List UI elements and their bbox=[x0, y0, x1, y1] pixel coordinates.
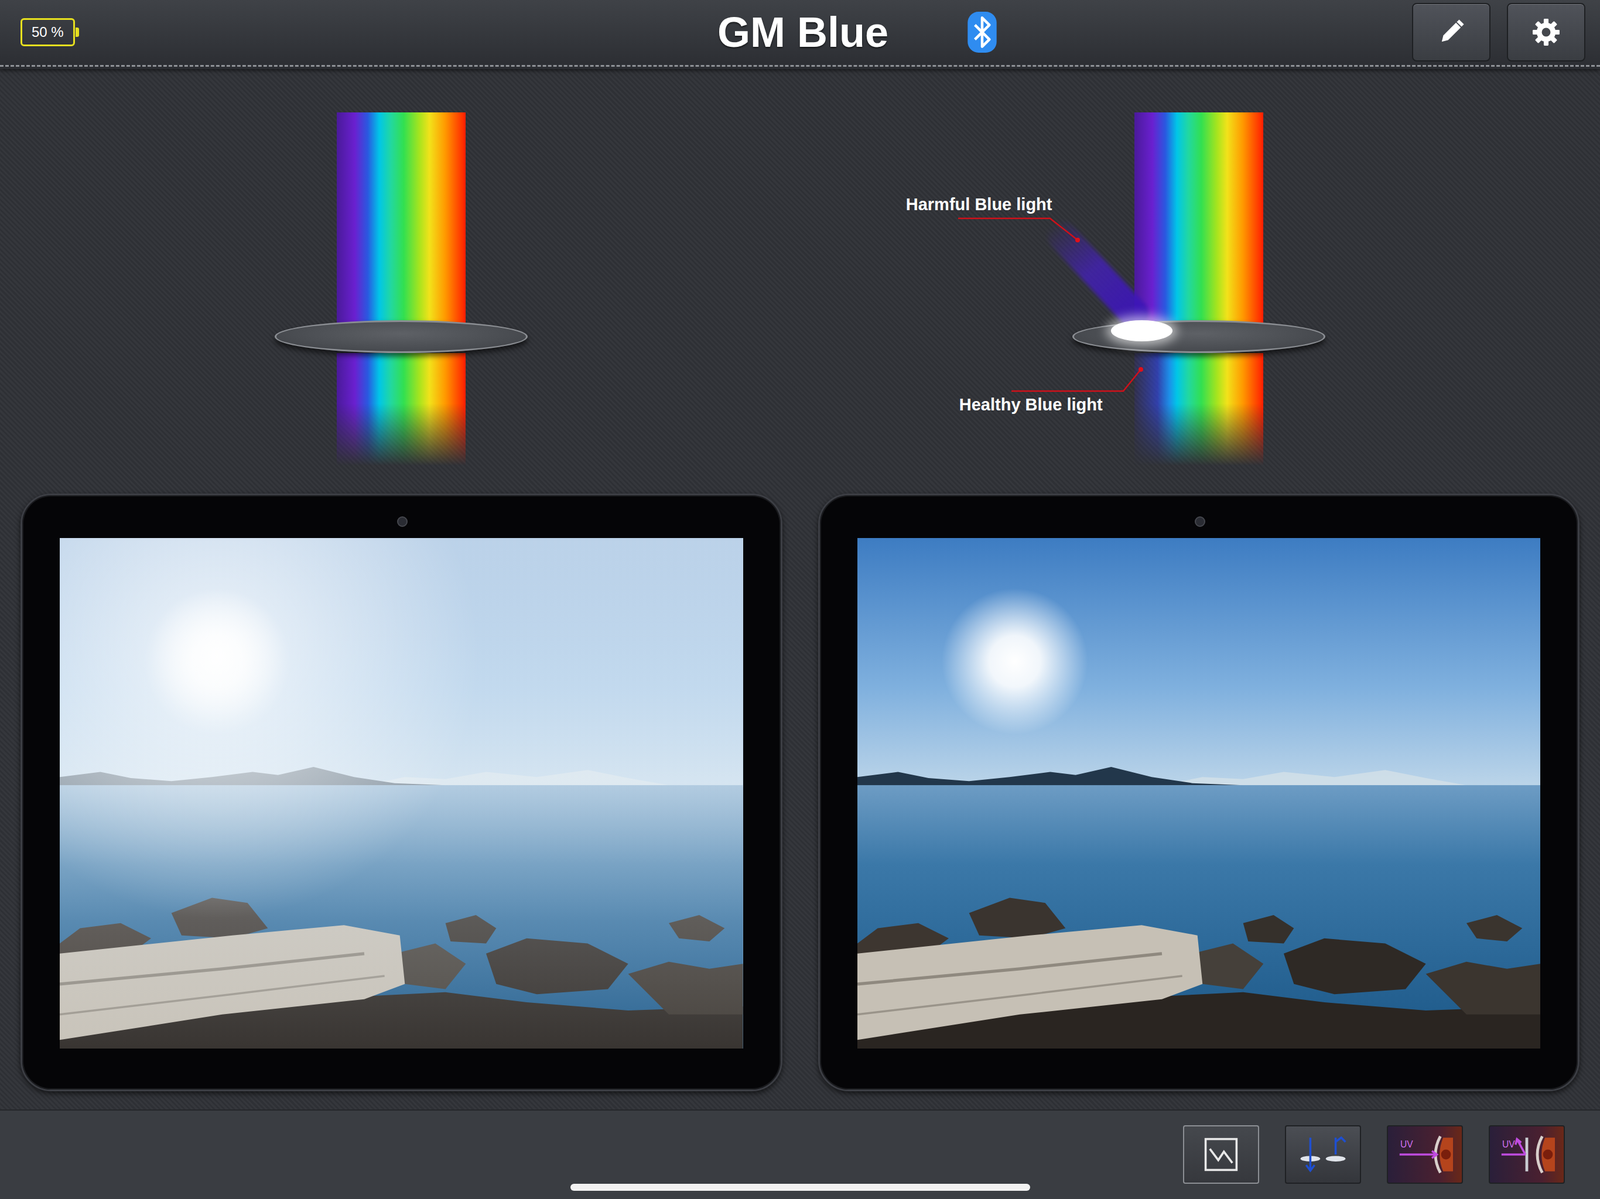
incoming-spectrum bbox=[1134, 112, 1264, 327]
battery-indicator: 50 % bbox=[20, 18, 75, 47]
svg-text:UV: UV bbox=[1400, 1139, 1414, 1150]
lens-glow bbox=[1110, 320, 1173, 342]
camera-dot bbox=[397, 516, 408, 528]
healthy-label: Healthy Blue light bbox=[959, 394, 1103, 416]
spectrum-diagram: Harmful Blue light Healthy Blue light bbox=[906, 112, 1492, 476]
incoming-spectrum bbox=[336, 112, 466, 327]
uv-pass-button[interactable]: UV bbox=[1386, 1125, 1463, 1185]
seascape-photo bbox=[59, 538, 744, 1049]
lens-disc bbox=[274, 320, 528, 354]
comparison-area: Harmful Blue light Healthy Blue light bbox=[0, 69, 1600, 1110]
filtered-panel: Harmful Blue light Healthy Blue light bbox=[818, 112, 1581, 1110]
app-title: GM Blue bbox=[717, 7, 889, 58]
spectrum-diagram bbox=[108, 112, 694, 476]
top-bar: 50 % GM Blue bbox=[0, 0, 1600, 70]
graph-button[interactable] bbox=[1183, 1125, 1260, 1185]
bluetooth-icon[interactable] bbox=[967, 11, 997, 53]
svg-text:UV: UV bbox=[1502, 1139, 1516, 1150]
harmful-label: Harmful Blue light bbox=[906, 194, 1053, 215]
tablet-frame bbox=[20, 493, 783, 1092]
lens-disc bbox=[1072, 320, 1326, 354]
uv-eye-icon: UV bbox=[1498, 1133, 1555, 1176]
uv-block-button[interactable]: UV bbox=[1488, 1125, 1565, 1185]
seascape-photo bbox=[857, 538, 1541, 1049]
uv-eye-icon: UV bbox=[1396, 1133, 1454, 1176]
lens-button[interactable] bbox=[1284, 1125, 1362, 1185]
lens-arrows-icon bbox=[1294, 1133, 1352, 1176]
pencil-icon bbox=[1435, 16, 1468, 49]
glare-haze bbox=[59, 538, 744, 1049]
home-indicator bbox=[570, 1184, 1031, 1192]
app: 50 % GM Blue Harmful Blue light Healthy B… bbox=[0, 0, 1600, 1199]
transmitted-spectrum bbox=[336, 353, 466, 466]
leader-lines bbox=[906, 112, 1492, 476]
unfiltered-panel bbox=[20, 112, 783, 1110]
camera-dot bbox=[1194, 516, 1206, 528]
settings-button[interactable] bbox=[1506, 2, 1586, 62]
graph-icon bbox=[1192, 1133, 1250, 1176]
gear-icon bbox=[1530, 16, 1562, 49]
tablet-frame bbox=[818, 493, 1581, 1092]
edit-button[interactable] bbox=[1412, 2, 1491, 62]
transmitted-spectrum bbox=[1134, 353, 1264, 466]
